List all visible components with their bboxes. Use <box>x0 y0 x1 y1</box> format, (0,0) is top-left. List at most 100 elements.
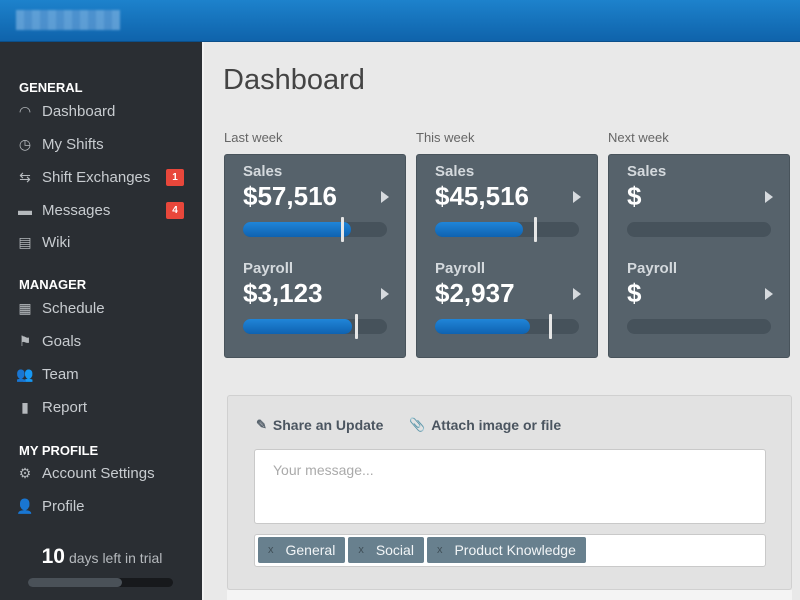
page-title: Dashboard <box>223 64 365 96</box>
count-badge: 1 <box>166 169 184 186</box>
count-badge: 4 <box>166 202 184 219</box>
sales-progress-bar <box>243 217 387 242</box>
sales-progress-fill <box>435 222 523 237</box>
payroll-value: $ <box>627 278 642 308</box>
week-summary-card: Sales $57,516 Payroll $3,123 <box>224 154 406 358</box>
trial-progress-bar <box>28 578 173 587</box>
payroll-target-marker <box>355 314 359 339</box>
section-general: GENERAL <box>19 80 83 95</box>
sales-label: Sales <box>435 163 475 180</box>
tag-input[interactable]: x General x Social x Product Knowledge <box>254 534 766 567</box>
users-icon: 👥 <box>16 365 34 382</box>
sidebar-item-label: Dashboard <box>42 102 116 120</box>
payroll-progress-bar <box>435 314 579 339</box>
archive-icon: ▤ <box>18 233 32 250</box>
remove-tag-icon[interactable]: x <box>268 544 274 556</box>
tag-label: Social <box>375 542 414 558</box>
sidebar-item-profile[interactable]: 👤 Profile <box>16 495 192 517</box>
payroll-label: Payroll <box>243 260 294 277</box>
tag-product-knowledge: x Product Knowledge <box>426 537 586 563</box>
sales-arrow-icon[interactable] <box>381 191 389 203</box>
sidebar-item-messages[interactable]: ▬ Messages 4 <box>16 199 192 221</box>
share-update-label: Share an Update <box>272 417 384 433</box>
sidebar-item-schedule[interactable]: ▦ Schedule <box>16 297 192 319</box>
message-input[interactable] <box>254 449 766 524</box>
payroll-target-marker <box>548 314 552 339</box>
feed-area <box>227 590 792 600</box>
sidebar-item-label: My Shifts <box>42 135 104 153</box>
composer-panel: ✎ Share an Update 📎 Attach image or file x… <box>227 395 792 590</box>
sidebar-item-report[interactable]: ▮ Report <box>16 396 192 418</box>
tag-general: x General <box>258 537 346 563</box>
sidebar-item-label: Report <box>42 398 88 416</box>
payroll-progress-fill <box>243 319 353 334</box>
payroll-label: Payroll <box>627 260 678 277</box>
sales-target-marker <box>534 217 538 242</box>
week-label: This week <box>416 130 475 145</box>
sales-value: $57,516 <box>243 181 337 211</box>
payroll-label: Payroll <box>435 260 486 277</box>
sidebar-item-team[interactable]: 👥 Team <box>16 363 192 385</box>
top-bar <box>0 0 800 42</box>
user-icon: 👤 <box>16 497 34 514</box>
sales-value: $45,516 <box>435 181 529 211</box>
payroll-progress-fill <box>435 319 531 334</box>
sidebar-item-account-settings[interactable]: ⚙ Account Settings <box>16 462 192 484</box>
sales-target-marker <box>340 217 344 242</box>
comment-icon: ▬ <box>18 202 32 218</box>
sidebar-item-label: Schedule <box>42 299 105 317</box>
sidebar-item-my-shifts[interactable]: ◷ My Shifts <box>16 133 192 155</box>
gauge-icon: ◠ <box>18 102 32 119</box>
attach-file-button[interactable]: 📎 Attach image or file <box>409 417 561 433</box>
sidebar-item-goals[interactable]: ⚑ Goals <box>16 330 192 352</box>
clipboard-icon: ▮ <box>21 398 29 415</box>
payroll-arrow-icon[interactable] <box>381 288 389 300</box>
trial-status: 10 days left in trial <box>0 545 204 569</box>
sales-progress-fill <box>243 222 351 237</box>
week-summary-card: Sales $45,516 Payroll $2,937 <box>416 154 598 358</box>
sales-progress-bar <box>435 217 579 242</box>
trial-days: 10 <box>41 545 65 568</box>
sales-label: Sales <box>627 163 667 180</box>
week-label: Last week <box>224 130 283 145</box>
calendar-icon: ▦ <box>18 299 32 316</box>
sidebar-item-label: Team <box>42 365 79 383</box>
share-update-button[interactable]: ✎ Share an Update <box>256 417 383 433</box>
sidebar-item-dashboard[interactable]: ◠ Dashboard <box>16 100 192 122</box>
payroll-progress-bar <box>627 319 771 334</box>
section-manager: MANAGER <box>19 277 87 292</box>
sales-arrow-icon[interactable] <box>573 191 581 203</box>
week-summary-card: Sales $ Payroll $ <box>608 154 790 358</box>
sidebar: GENERAL ◠ Dashboard ◷ My Shifts ⇆ Shift Exc… <box>0 42 204 600</box>
payroll-progress-bar <box>243 314 387 339</box>
payroll-arrow-icon[interactable] <box>765 288 773 300</box>
sales-progress-bar <box>627 222 771 237</box>
week-label: Next week <box>608 130 669 145</box>
sidebar-item-label: Profile <box>42 497 85 515</box>
sidebar-item-shift-exchanges[interactable]: ⇆ Shift Exchanges 1 <box>16 166 192 188</box>
sidebar-item-wiki[interactable]: ▤ Wiki <box>16 231 192 253</box>
tag-label: Product Knowledge <box>454 542 576 558</box>
sidebar-item-label: Shift Exchanges <box>42 168 151 186</box>
paperclip-icon: 📎 <box>409 417 426 432</box>
sidebar-item-label: Messages <box>42 201 111 219</box>
payroll-value: $2,937 <box>435 278 515 308</box>
sales-arrow-icon[interactable] <box>765 191 773 203</box>
tag-label: General <box>285 542 336 558</box>
sales-label: Sales <box>243 163 283 180</box>
flag-icon: ⚑ <box>18 332 32 349</box>
edit-icon: ✎ <box>256 417 267 432</box>
clock-icon: ◷ <box>18 135 32 152</box>
sales-value: $ <box>627 181 642 211</box>
sidebar-item-label: Account Settings <box>42 464 155 482</box>
remove-tag-icon[interactable]: x <box>437 544 443 556</box>
remove-tag-icon[interactable]: x <box>358 544 364 556</box>
trial-progress-fill <box>28 578 123 587</box>
gear-icon: ⚙ <box>18 464 32 481</box>
section-my-profile: MY PROFILE <box>19 443 99 458</box>
tag-social: x Social <box>348 537 424 563</box>
trial-text: days left in trial <box>68 550 163 566</box>
sidebar-item-label: Wiki <box>42 233 71 251</box>
logo[interactable] <box>16 10 120 30</box>
payroll-arrow-icon[interactable] <box>573 288 581 300</box>
